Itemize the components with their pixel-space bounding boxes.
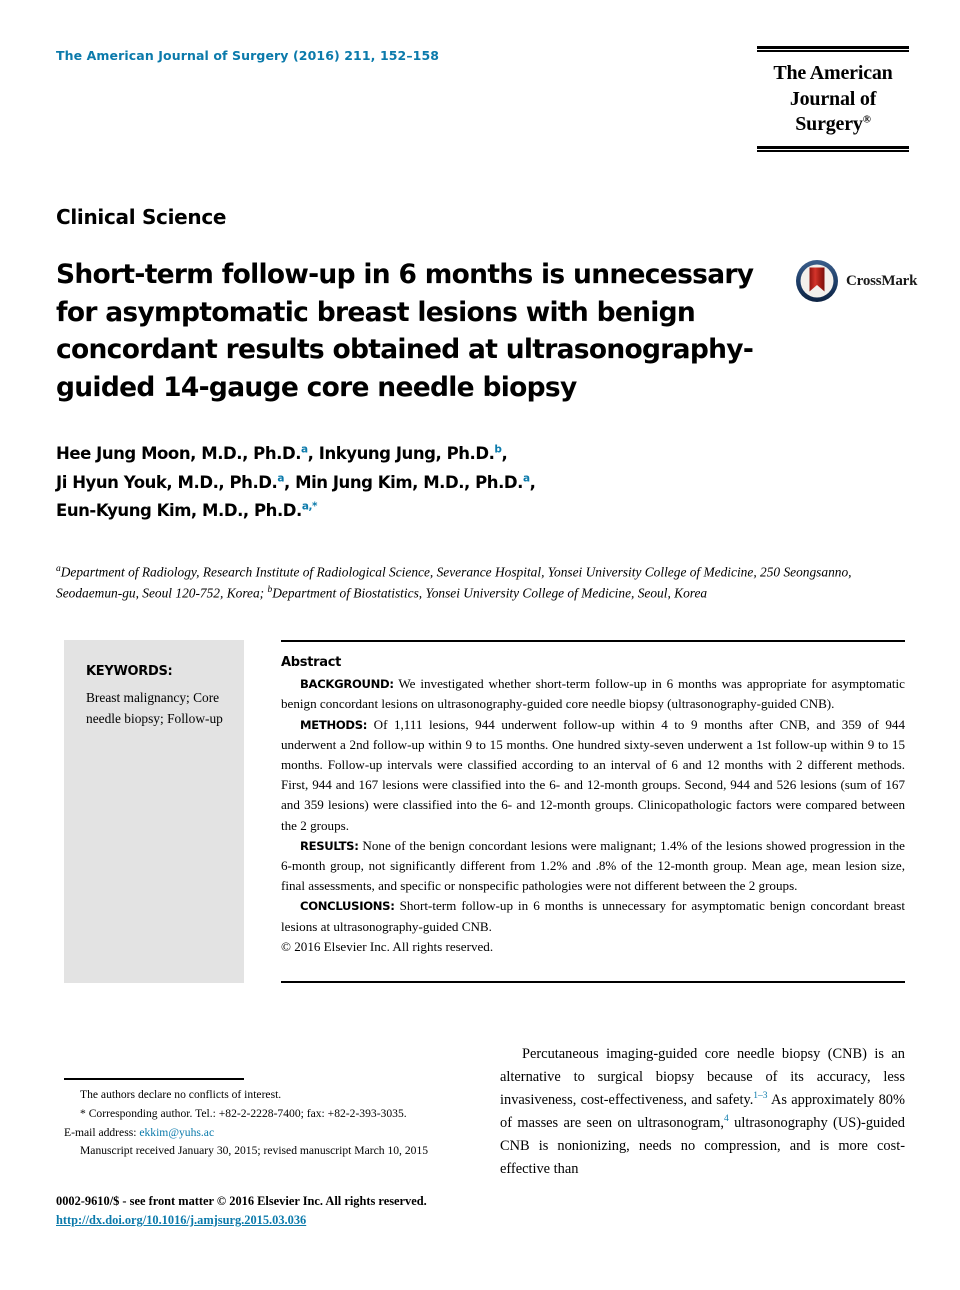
author-list: Hee Jung Moon, M.D., Ph.D.a, Inkyung Jun… bbox=[56, 440, 816, 526]
abstract-results: RESULTS: None of the benign concordant l… bbox=[281, 836, 905, 897]
footnote-conflicts: The authors declare no conflicts of inte… bbox=[80, 1088, 282, 1101]
journal-logo-line-1: The American bbox=[773, 62, 893, 84]
crossmark-badge[interactable]: CrossMark bbox=[795, 258, 917, 304]
footnote-rule bbox=[64, 1078, 244, 1080]
logo-rule-bottom bbox=[757, 145, 909, 152]
abstract-section: Abstract BACKGROUND: We investigated whe… bbox=[281, 653, 905, 957]
author-line-1: Hee Jung Moon, M.D., Ph.D.a, Inkyung Jun… bbox=[56, 443, 508, 464]
footnote-manuscript-dates: Manuscript received January 30, 2015; re… bbox=[80, 1144, 429, 1158]
abstract-conclusions-label: CONCLUSIONS: bbox=[300, 899, 395, 914]
journal-logo-line-2: Journal of Surgery® bbox=[789, 87, 877, 136]
issn-line: 0002-9610/$ - see front matter © 2016 El… bbox=[56, 1194, 427, 1208]
abstract-background-label: BACKGROUND: bbox=[300, 677, 394, 692]
section-kicker: Clinical Science bbox=[56, 205, 227, 229]
abstract-methods: METHODS: Of 1,111 lesions, 944 underwent… bbox=[281, 715, 905, 836]
author-affil-marker[interactable]: a,* bbox=[302, 501, 318, 513]
author-affil-marker[interactable]: a bbox=[523, 472, 530, 484]
affiliations: aDepartment of Radiology, Research Insti… bbox=[56, 562, 866, 604]
keywords-heading: KEYWORDS: bbox=[86, 664, 173, 679]
author-affil-marker[interactable]: a bbox=[277, 472, 284, 484]
keywords-box: KEYWORDS: Breast malignancy; Core needle… bbox=[64, 640, 244, 983]
doi-link[interactable]: http://dx.doi.org/10.1016/j.amjsurg.2015… bbox=[56, 1213, 306, 1227]
abstract-copyright: © 2016 Elsevier Inc. All rights reserved… bbox=[281, 938, 494, 954]
abstract-methods-label: METHODS: bbox=[300, 717, 368, 732]
keywords-list: Breast malignancy; Core needle biopsy; F… bbox=[86, 689, 223, 726]
journal-masthead: The American Journal of Surgery (2016) 2… bbox=[56, 48, 440, 63]
abstract-heading: Abstract bbox=[281, 655, 342, 670]
affiliation-text-b: Department of Biostatistics, Yonsei Univ… bbox=[272, 585, 708, 601]
footnote-email: E-mail address: ekkim@yuhs.ac bbox=[64, 1124, 468, 1143]
abstract-rule-top bbox=[281, 640, 905, 642]
footnotes: The authors declare no conflicts of inte… bbox=[64, 1086, 468, 1161]
email-label: E-mail address: bbox=[64, 1125, 140, 1139]
abstract-results-text: None of the benign concordant lesions we… bbox=[281, 837, 905, 894]
journal-logo-name: The American Journal of Surgery® bbox=[757, 52, 909, 146]
crossmark-label: CrossMark bbox=[846, 272, 918, 289]
author-affil-marker[interactable]: b bbox=[494, 444, 502, 456]
citation-ref[interactable]: 1–3 bbox=[753, 1091, 767, 1101]
author-affil-marker[interactable]: a bbox=[301, 444, 308, 456]
article-page: The American Journal of Surgery (2016) 2… bbox=[0, 0, 960, 1290]
body-column: Percutaneous imaging-guided core needle … bbox=[500, 1043, 905, 1181]
author-line-2: Ji Hyun Youk, M.D., Ph.D.a, Min Jung Kim… bbox=[56, 472, 536, 492]
body-paragraph-1: Percutaneous imaging-guided core needle … bbox=[500, 1043, 905, 1181]
abstract-rule-bottom bbox=[281, 981, 905, 983]
page-title: Short-term follow-up in 6 months is unne… bbox=[56, 259, 754, 403]
abstract-results-label: RESULTS: bbox=[300, 838, 359, 853]
crossmark-icon bbox=[796, 260, 838, 302]
abstract-background: BACKGROUND: We investigated whether shor… bbox=[281, 674, 905, 714]
page-footer: 0002-9610/$ - see front matter © 2016 El… bbox=[56, 1192, 656, 1230]
journal-logo: The American Journal of Surgery® bbox=[757, 46, 909, 152]
author-line-3: Eun-Kyung Kim, M.D., Ph.D.a,* bbox=[56, 500, 318, 521]
footnote-corresponding: * Corresponding author. Tel.: +82-2-2228… bbox=[80, 1106, 407, 1120]
abstract-conclusions: CONCLUSIONS: Short-term follow-up in 6 m… bbox=[281, 896, 905, 936]
abstract-methods-text: Of 1,111 lesions, 944 underwent follow-u… bbox=[281, 716, 905, 833]
email-link[interactable]: ekkim@yuhs.ac bbox=[139, 1126, 214, 1139]
